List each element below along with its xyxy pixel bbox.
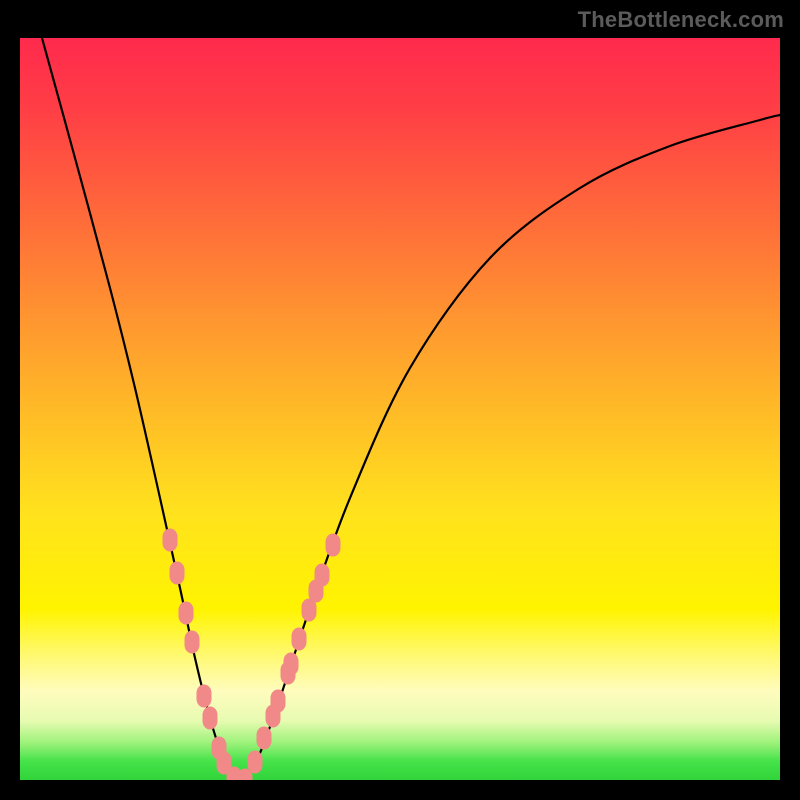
data-marker (315, 564, 329, 586)
data-marker (203, 707, 217, 729)
data-marker (284, 653, 298, 675)
data-marker (271, 690, 285, 712)
curve-right-arm (245, 115, 780, 780)
data-marker (292, 628, 306, 650)
plot-area (20, 38, 780, 780)
data-marker (185, 631, 199, 653)
data-marker (170, 562, 184, 584)
curve-left-arm (42, 38, 235, 780)
marker-layer (163, 529, 340, 780)
data-marker (248, 751, 262, 773)
chart-svg (20, 38, 780, 780)
data-marker (326, 534, 340, 556)
data-marker (163, 529, 177, 551)
data-marker (197, 685, 211, 707)
chart-frame: TheBottleneck.com (0, 0, 800, 800)
watermark-text: TheBottleneck.com (578, 7, 784, 33)
data-marker (257, 727, 271, 749)
data-marker (302, 599, 316, 621)
data-marker (179, 602, 193, 624)
